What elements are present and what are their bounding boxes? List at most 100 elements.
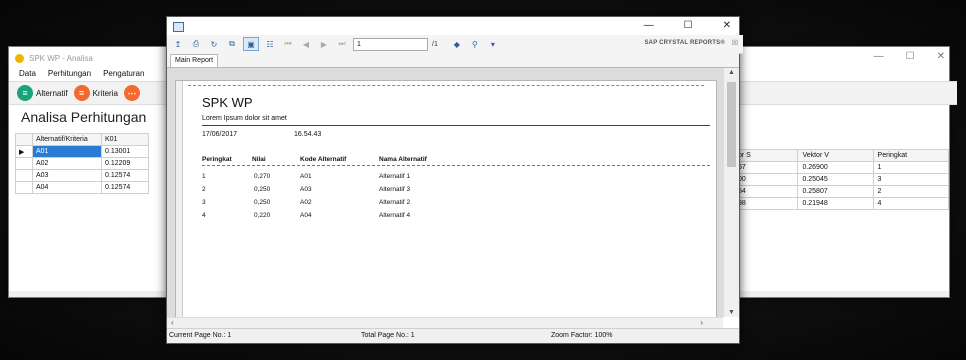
menu-data[interactable]: Data <box>19 69 36 81</box>
kriteria-button[interactable]: ≡ Kriteria <box>73 85 118 101</box>
minimize-icon[interactable]: — <box>874 51 884 62</box>
list-icon: ≡ <box>17 85 33 101</box>
report-cell-nilai: 0,250 <box>254 199 271 206</box>
table-cell[interactable]: 0.21948 <box>797 197 874 210</box>
report-cell-nilai: 0,220 <box>254 212 271 219</box>
zoom-dropdown-chevron-icon[interactable]: ▾ <box>486 38 500 50</box>
table-row[interactable]: ▶ A01 0.13001 <box>15 145 149 158</box>
scroll-up-icon[interactable]: ▲ <box>724 69 739 76</box>
print-icon[interactable]: ⎙ <box>189 38 203 50</box>
last-page-icon[interactable]: ⏭ <box>335 38 349 50</box>
table-row[interactable]: A03 0.12574 <box>15 169 149 182</box>
tab-main-report[interactable]: Main Report <box>170 54 219 67</box>
table-cell[interactable]: 57 <box>732 161 799 174</box>
scroll-right-icon[interactable]: › <box>700 318 703 327</box>
report-cell-nilai: 0,270 <box>254 173 271 180</box>
table-cell[interactable]: 0.25045 <box>797 173 874 186</box>
table-row[interactable]: 57 0.26900 1 <box>732 161 950 174</box>
crystal-reports-brand: SAP CRYSTAL REPORTS® <box>644 40 725 46</box>
column-header[interactable]: Vektor V <box>797 149 874 162</box>
vertical-scrollbar[interactable]: ▲ ▼ <box>723 68 739 317</box>
refresh-icon[interactable]: ↻ <box>207 38 221 50</box>
maximize-icon[interactable]: ☐ <box>906 51 915 62</box>
analisa-window-controls: — ☐ ✕ <box>874 51 945 62</box>
table-cell[interactable]: 0.12209 <box>101 157 149 170</box>
page-number-input[interactable]: 1 <box>353 37 428 51</box>
report-cell-peringkat: 2 <box>202 186 206 193</box>
close-icon[interactable]: ✕ <box>937 51 945 62</box>
report-cell-kode: A01 <box>300 173 312 180</box>
table-row[interactable]: 98 0.21948 4 <box>732 197 950 210</box>
app-icon <box>15 53 24 63</box>
close-icon[interactable]: ✕ <box>723 20 731 31</box>
zoom-icon[interactable]: ⚲ <box>468 38 482 50</box>
column-header[interactable]: K01 <box>101 133 149 146</box>
table-row[interactable]: 54 0.25807 2 <box>732 185 950 198</box>
previous-page-icon[interactable]: ◀ <box>299 38 313 50</box>
header-nilai: Nilai <box>252 156 266 163</box>
table-cell[interactable]: 54 <box>732 185 799 198</box>
table-cell[interactable]: 00 <box>732 173 799 186</box>
scroll-thumb[interactable] <box>727 82 736 167</box>
report-viewport[interactable]: SPK WP Lorem Ipsum dolor sit amet 17/06/… <box>167 68 723 317</box>
table-cell[interactable]: A04 <box>32 181 102 194</box>
report-tabs: Main Report <box>167 53 739 68</box>
find-icon[interactable]: ◆ <box>450 38 464 50</box>
table-cell[interactable]: 0.26900 <box>797 161 874 174</box>
window-icon <box>173 22 184 32</box>
column-header[interactable]: Alternatif/Kriteria <box>32 133 102 146</box>
status-total-page: Total Page No.: 1 <box>361 332 415 339</box>
report-toolbar: ↥ ⎙ ↻ ⧉ ▣ ☷ ⏮ ◀ ▶ ⏭ 1 /1 ◆ ⚲ ▾ SAP CRYST… <box>167 35 743 54</box>
menu-pengaturan[interactable]: Pengaturan <box>103 69 144 81</box>
group-tree-icon[interactable]: ▣ <box>243 37 259 51</box>
table-cell[interactable]: 98 <box>732 197 799 210</box>
report-cell-nama: Alternatif 1 <box>379 173 411 180</box>
report-subtitle: Lorem Ipsum dolor sit amet <box>202 115 287 122</box>
copy-icon[interactable]: ⧉ <box>225 38 239 50</box>
table-cell[interactable]: A02 <box>32 157 102 170</box>
table-row[interactable]: A04 0.12574 <box>15 181 149 194</box>
more-icon: ⋯ <box>123 85 140 101</box>
table-cell[interactable]: 0.13001 <box>101 145 149 158</box>
report-cell-nilai: 0,250 <box>254 186 271 193</box>
column-header[interactable]: or S <box>732 149 799 162</box>
parameter-panel-icon[interactable]: ☷ <box>263 38 277 50</box>
table-row[interactable]: 00 0.25045 3 <box>732 173 950 186</box>
minimize-icon[interactable]: — <box>644 20 654 31</box>
menu-icon: ≡ <box>73 85 90 101</box>
row-selector[interactable] <box>15 169 33 182</box>
row-selector[interactable] <box>15 181 33 194</box>
report-window-controls: — ☐ ✕ <box>644 20 731 31</box>
report-title-bar: — ☐ ✕ <box>167 17 739 35</box>
menu-perhitungan[interactable]: Perhitungan <box>48 69 91 81</box>
maximize-icon[interactable]: ☐ <box>684 20 693 31</box>
row-header-corner <box>15 133 33 146</box>
table-cell[interactable]: A03 <box>32 169 102 182</box>
status-zoom: Zoom Factor: 100% <box>551 332 613 339</box>
page-margin-bar <box>176 81 183 317</box>
table-cell[interactable]: 2 <box>872 185 950 198</box>
scroll-left-icon[interactable]: ‹ <box>171 318 174 327</box>
export-icon[interactable]: ↥ <box>171 38 185 50</box>
toolbar-close-icon[interactable]: ☒ <box>732 39 738 47</box>
report-cell-peringkat: 4 <box>202 212 206 219</box>
alternatif-button[interactable]: ≡ Alternatif <box>17 85 68 101</box>
table-row[interactable]: A02 0.12209 <box>15 157 149 170</box>
scroll-down-icon[interactable]: ▼ <box>724 309 739 316</box>
more-button[interactable]: ⋯ <box>123 85 140 101</box>
table-cell[interactable]: 0.12574 <box>101 169 149 182</box>
table-cell[interactable]: 0.12574 <box>101 181 149 194</box>
first-page-icon[interactable]: ⏮ <box>281 38 295 50</box>
table-cell[interactable]: 3 <box>872 173 950 186</box>
report-cell-nama: Alternatif 2 <box>379 199 411 206</box>
table-cell[interactable]: A01 <box>32 145 102 158</box>
table-cell[interactable]: 1 <box>872 161 950 174</box>
row-selector-icon[interactable]: ▶ <box>15 145 33 158</box>
table-cell[interactable]: 0.25807 <box>797 185 874 198</box>
next-page-icon[interactable]: ▶ <box>317 38 331 50</box>
column-header[interactable]: Peringkat <box>872 149 950 162</box>
table-cell[interactable]: 4 <box>872 197 950 210</box>
row-selector[interactable] <box>15 157 33 170</box>
report-cell-nama: Alternatif 3 <box>379 186 411 193</box>
report-cell-kode: A03 <box>300 186 312 193</box>
